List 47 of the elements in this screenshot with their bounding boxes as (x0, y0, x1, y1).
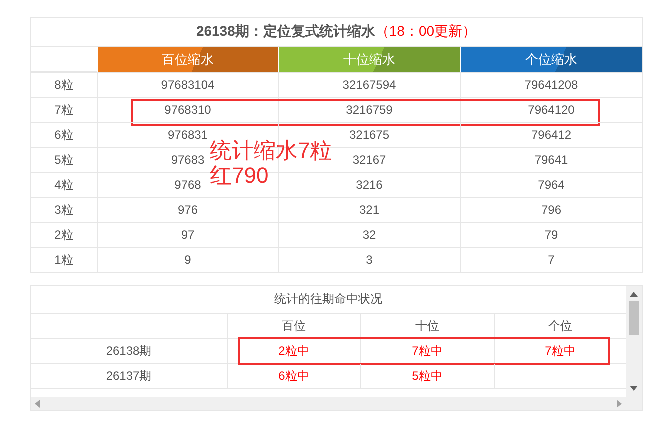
table-cell: 3216759 (278, 98, 460, 122)
table-cell: 7 (460, 248, 642, 272)
row-label: 2粒 (54, 226, 74, 244)
section-title: 统计的往期命中状况 (31, 286, 626, 314)
column-header: 十位 (360, 314, 494, 338)
table-cell: 79 (460, 223, 642, 247)
table-cell: 3216 (278, 173, 460, 197)
row-label: 5粒 (54, 152, 74, 168)
table-cell: 97683104 (97, 73, 278, 97)
table-cell: 7964120 (460, 98, 642, 122)
scroll-right-icon[interactable] (617, 400, 622, 408)
table-cell: 796 (460, 198, 642, 222)
table-cell: 9 (97, 248, 278, 272)
scroll-down-icon[interactable] (630, 386, 638, 392)
column-header: 百位缩水 (98, 47, 278, 72)
vertical-scrollbar[interactable] (626, 286, 642, 397)
horizontal-scrollbar[interactable] (31, 397, 642, 410)
period-cell-text: 26137期 (105, 368, 153, 384)
row-label: 7粒 (54, 102, 74, 118)
hit-cell: 2粒中 (227, 339, 360, 363)
hit-cell: 7粒中 (360, 339, 494, 363)
column-header: 个位缩水 (461, 47, 642, 72)
table-cell: 32167594 (278, 73, 460, 97)
table-cell: 32 (278, 223, 460, 247)
scroll-up-icon[interactable] (630, 291, 638, 297)
period-cell-text: 26138期 (105, 342, 153, 360)
table-cell: 9768310 (97, 98, 278, 122)
table-cell: 7964 (460, 173, 642, 197)
row-label: 1粒 (54, 252, 74, 268)
table-title: 26138期：定位复式统计缩水（18：00更新） (196, 23, 477, 41)
row-label: 3粒 (54, 202, 74, 218)
table-cell: 97 (97, 223, 278, 247)
table-cell: 976 (97, 198, 278, 222)
column-header: 百位 (227, 314, 360, 338)
row-label: 8粒 (54, 76, 74, 94)
hit-cell: 5粒中 (360, 364, 494, 388)
table-cell: 321 (278, 198, 460, 222)
table-cell: 796412 (460, 123, 642, 147)
hit-cell: 6粒中 (227, 364, 360, 388)
row-label: 4粒 (54, 176, 74, 194)
column-header: 十位缩水 (279, 47, 460, 72)
scroll-thumb[interactable] (629, 301, 639, 335)
table-cell: 79641208 (460, 73, 642, 97)
table-cell: 79641 (460, 148, 642, 172)
row-label: 6粒 (54, 126, 74, 144)
table-cell: 3 (278, 248, 460, 272)
scroll-left-icon[interactable] (35, 400, 40, 408)
